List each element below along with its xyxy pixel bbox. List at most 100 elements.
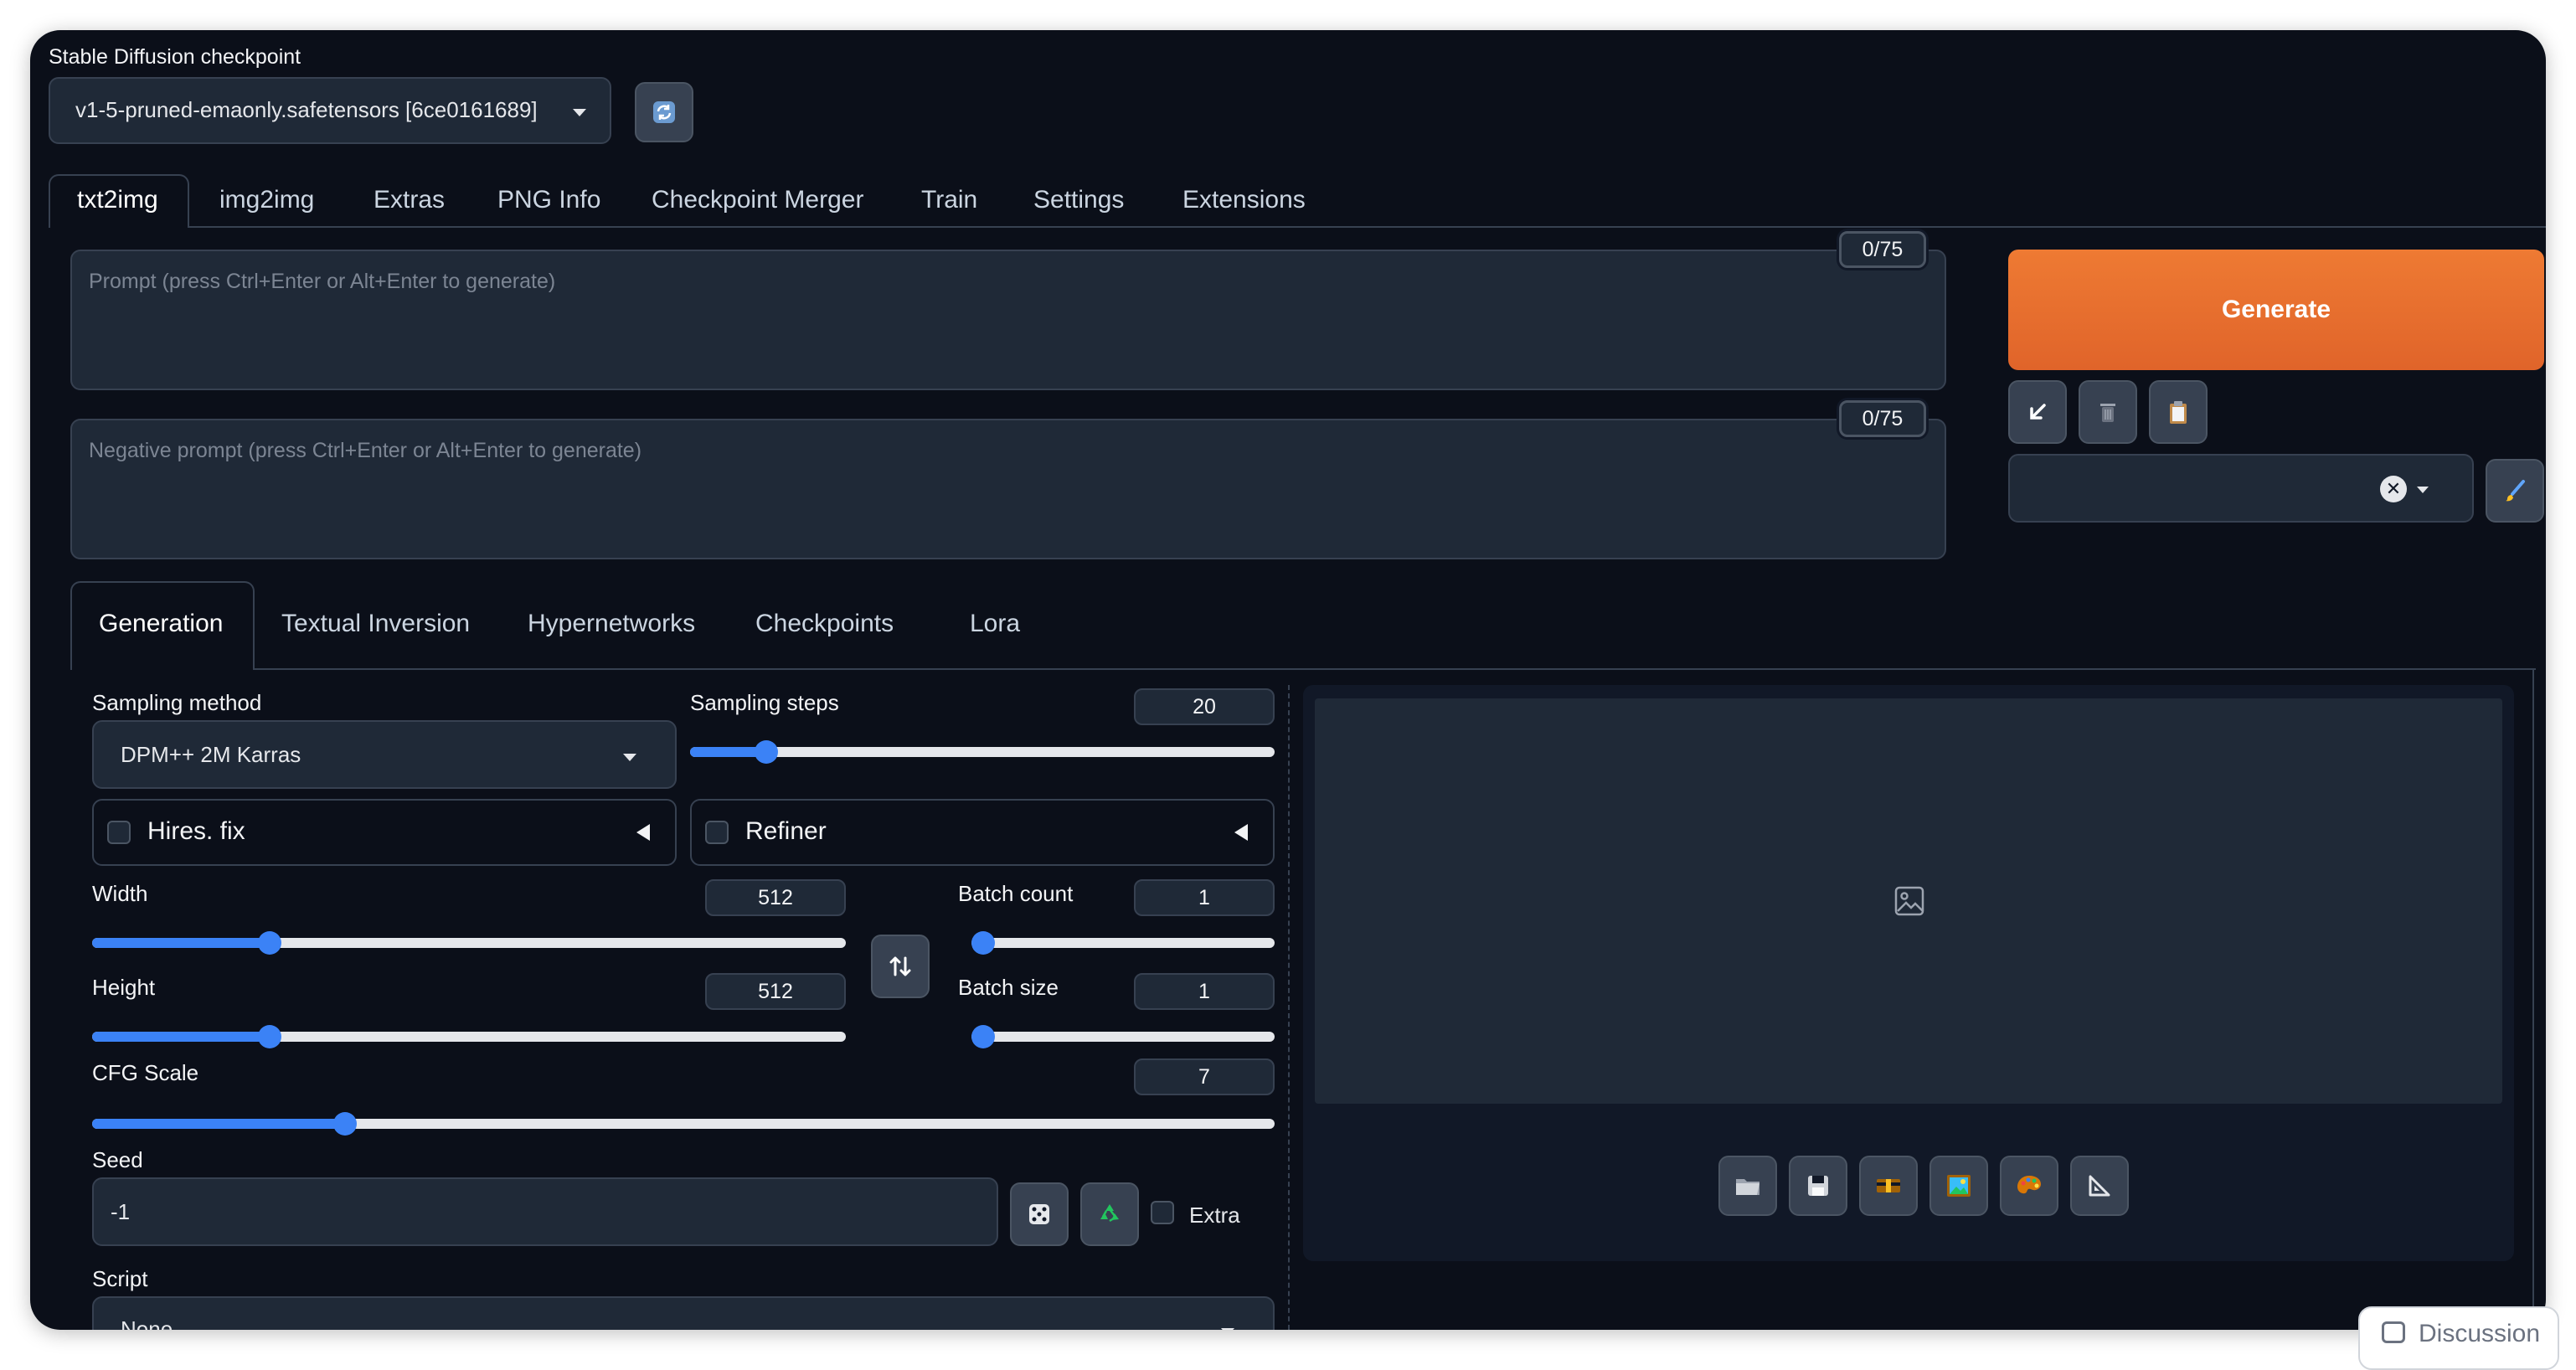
hires-fix-checkbox[interactable] (107, 821, 131, 844)
collapse-arrow-icon[interactable] (636, 824, 650, 841)
clipboard-icon (2170, 401, 2187, 424)
tab-textual-inversion[interactable]: Textual Inversion (281, 610, 470, 638)
archive-icon (1877, 1179, 1900, 1192)
tab-checkpoints[interactable]: Checkpoints (755, 610, 894, 638)
generate-button[interactable]: Generate (2008, 250, 2544, 370)
sampling-steps-slider[interactable] (690, 740, 1275, 764)
chevron-down-icon (1221, 1328, 1234, 1330)
checkpoint-label: Stable Diffusion checkpoint (49, 45, 301, 69)
script-value: None (121, 1316, 173, 1330)
tab-extensions[interactable]: Extensions (1182, 186, 1306, 214)
slider-fill (92, 1119, 346, 1129)
discussion-button[interactable]: Discussion (2358, 1306, 2559, 1370)
tab-train[interactable]: Train (921, 186, 977, 214)
tab-settings[interactable]: Settings (1033, 186, 1124, 214)
arrow-down-left-icon (2030, 404, 2046, 420)
collapse-arrow-icon[interactable] (1234, 824, 1248, 841)
recycle-icon (1100, 1204, 1119, 1223)
random-seed-button[interactable] (1010, 1182, 1069, 1246)
column-divider (1288, 685, 1290, 1330)
slider-thumb[interactable] (971, 931, 995, 955)
sampling-steps-input[interactable]: 20 (1134, 688, 1275, 725)
chevron-down-icon (2417, 487, 2429, 493)
seed-value: -1 (111, 1199, 131, 1224)
clear-prompt-button[interactable] (2079, 380, 2137, 444)
batch-count-input[interactable]: 1 (1134, 879, 1275, 916)
swap-dimensions-button[interactable] (871, 935, 930, 998)
sampling-method-dropdown[interactable]: DPM++ 2M Karras (92, 720, 677, 789)
width-label: Width (92, 881, 148, 906)
app-window: Stable Diffusion checkpoint v1-5-pruned-… (30, 30, 2546, 1330)
tab-txt2img[interactable]: txt2img (77, 186, 158, 214)
refresh-checkpoint-button[interactable] (635, 82, 693, 142)
zip-button[interactable] (1859, 1156, 1918, 1216)
edit-styles-button[interactable] (2486, 459, 2544, 523)
refiner-label: Refiner (745, 817, 827, 845)
tab-generation[interactable]: Generation (99, 610, 223, 638)
tab-png-info[interactable]: PNG Info (497, 186, 600, 214)
refresh-icon (653, 101, 675, 123)
slider-thumb[interactable] (333, 1112, 358, 1136)
open-folder-button[interactable] (1718, 1156, 1777, 1216)
output-gallery (1315, 698, 2502, 1104)
clear-icon[interactable]: ✕ (2380, 476, 2407, 502)
subtabs-divider (70, 668, 2536, 670)
tabs-divider (49, 226, 2546, 228)
styles-dropdown[interactable]: ✕ (2008, 454, 2474, 523)
folder-icon (1736, 1179, 1759, 1195)
read-params-button[interactable] (2008, 380, 2067, 444)
discussion-label: Discussion (2419, 1320, 2541, 1347)
refiner-accordion[interactable]: Refiner (690, 799, 1275, 866)
paintbrush-icon (2506, 480, 2525, 502)
dice-icon (1029, 1204, 1049, 1224)
save-icon (1808, 1176, 1828, 1196)
reuse-seed-button[interactable] (1080, 1182, 1139, 1246)
prompt-token-counter: 0/75 (1839, 231, 1926, 268)
width-input[interactable]: 512 (705, 879, 846, 916)
height-input[interactable]: 512 (705, 973, 846, 1010)
checkpoint-value: v1-5-pruned-emaonly.safetensors [6ce0161… (75, 97, 538, 122)
picture-icon (1947, 1175, 1971, 1197)
save-button[interactable] (1789, 1156, 1847, 1216)
image-placeholder-icon (1894, 886, 1924, 916)
slider-fill (92, 938, 270, 948)
send-to-img2img-button[interactable] (1929, 1156, 1988, 1216)
prompt-input[interactable]: Prompt (press Ctrl+Enter or Alt+Enter to… (70, 250, 1946, 390)
slider-thumb[interactable] (257, 1025, 281, 1048)
tab-checkpoint-merger[interactable]: Checkpoint Merger (652, 186, 863, 214)
extra-seed-label: Extra (1189, 1203, 1240, 1228)
tab-extras[interactable]: Extras (374, 186, 445, 214)
send-to-extras-button[interactable] (2070, 1156, 2129, 1216)
script-dropdown[interactable]: None (92, 1296, 1275, 1330)
tab-img2img[interactable]: img2img (219, 186, 314, 214)
extra-seed-checkbox[interactable] (1151, 1201, 1174, 1224)
apply-styles-button[interactable] (2149, 380, 2208, 444)
refiner-checkbox[interactable] (705, 821, 729, 844)
negative-prompt-input[interactable]: Negative prompt (press Ctrl+Enter or Alt… (70, 419, 1946, 559)
hires-fix-accordion[interactable]: Hires. fix (92, 799, 677, 866)
slider-thumb[interactable] (257, 931, 281, 955)
slider-thumb[interactable] (754, 740, 778, 764)
width-slider[interactable] (92, 931, 846, 955)
slider-thumb[interactable] (971, 1025, 995, 1048)
trash-icon (2100, 404, 2115, 422)
negative-prompt-placeholder: Negative prompt (press Ctrl+Enter or Alt… (89, 439, 642, 462)
prompt-placeholder: Prompt (press Ctrl+Enter or Alt+Enter to… (89, 270, 556, 293)
batch-count-slider[interactable] (971, 931, 1275, 955)
cfg-scale-input[interactable]: 7 (1134, 1058, 1275, 1095)
tab-hypernetworks[interactable]: Hypernetworks (528, 610, 695, 638)
send-to-inpaint-button[interactable] (2000, 1156, 2058, 1216)
batch-size-slider[interactable] (971, 1025, 1275, 1048)
hires-fix-label: Hires. fix (147, 817, 245, 845)
batch-size-input[interactable]: 1 (1134, 973, 1275, 1010)
height-label: Height (92, 975, 156, 1000)
batch-count-label: Batch count (958, 881, 1074, 906)
seed-label: Seed (92, 1147, 143, 1172)
script-label: Script (92, 1266, 148, 1291)
tab-lora[interactable]: Lora (970, 610, 1020, 638)
checkpoint-dropdown[interactable]: v1-5-pruned-emaonly.safetensors [6ce0161… (49, 77, 611, 144)
sampling-method-label: Sampling method (92, 690, 262, 715)
height-slider[interactable] (92, 1025, 846, 1048)
seed-input[interactable]: -1 (92, 1177, 998, 1246)
cfg-scale-slider[interactable] (92, 1112, 1275, 1136)
